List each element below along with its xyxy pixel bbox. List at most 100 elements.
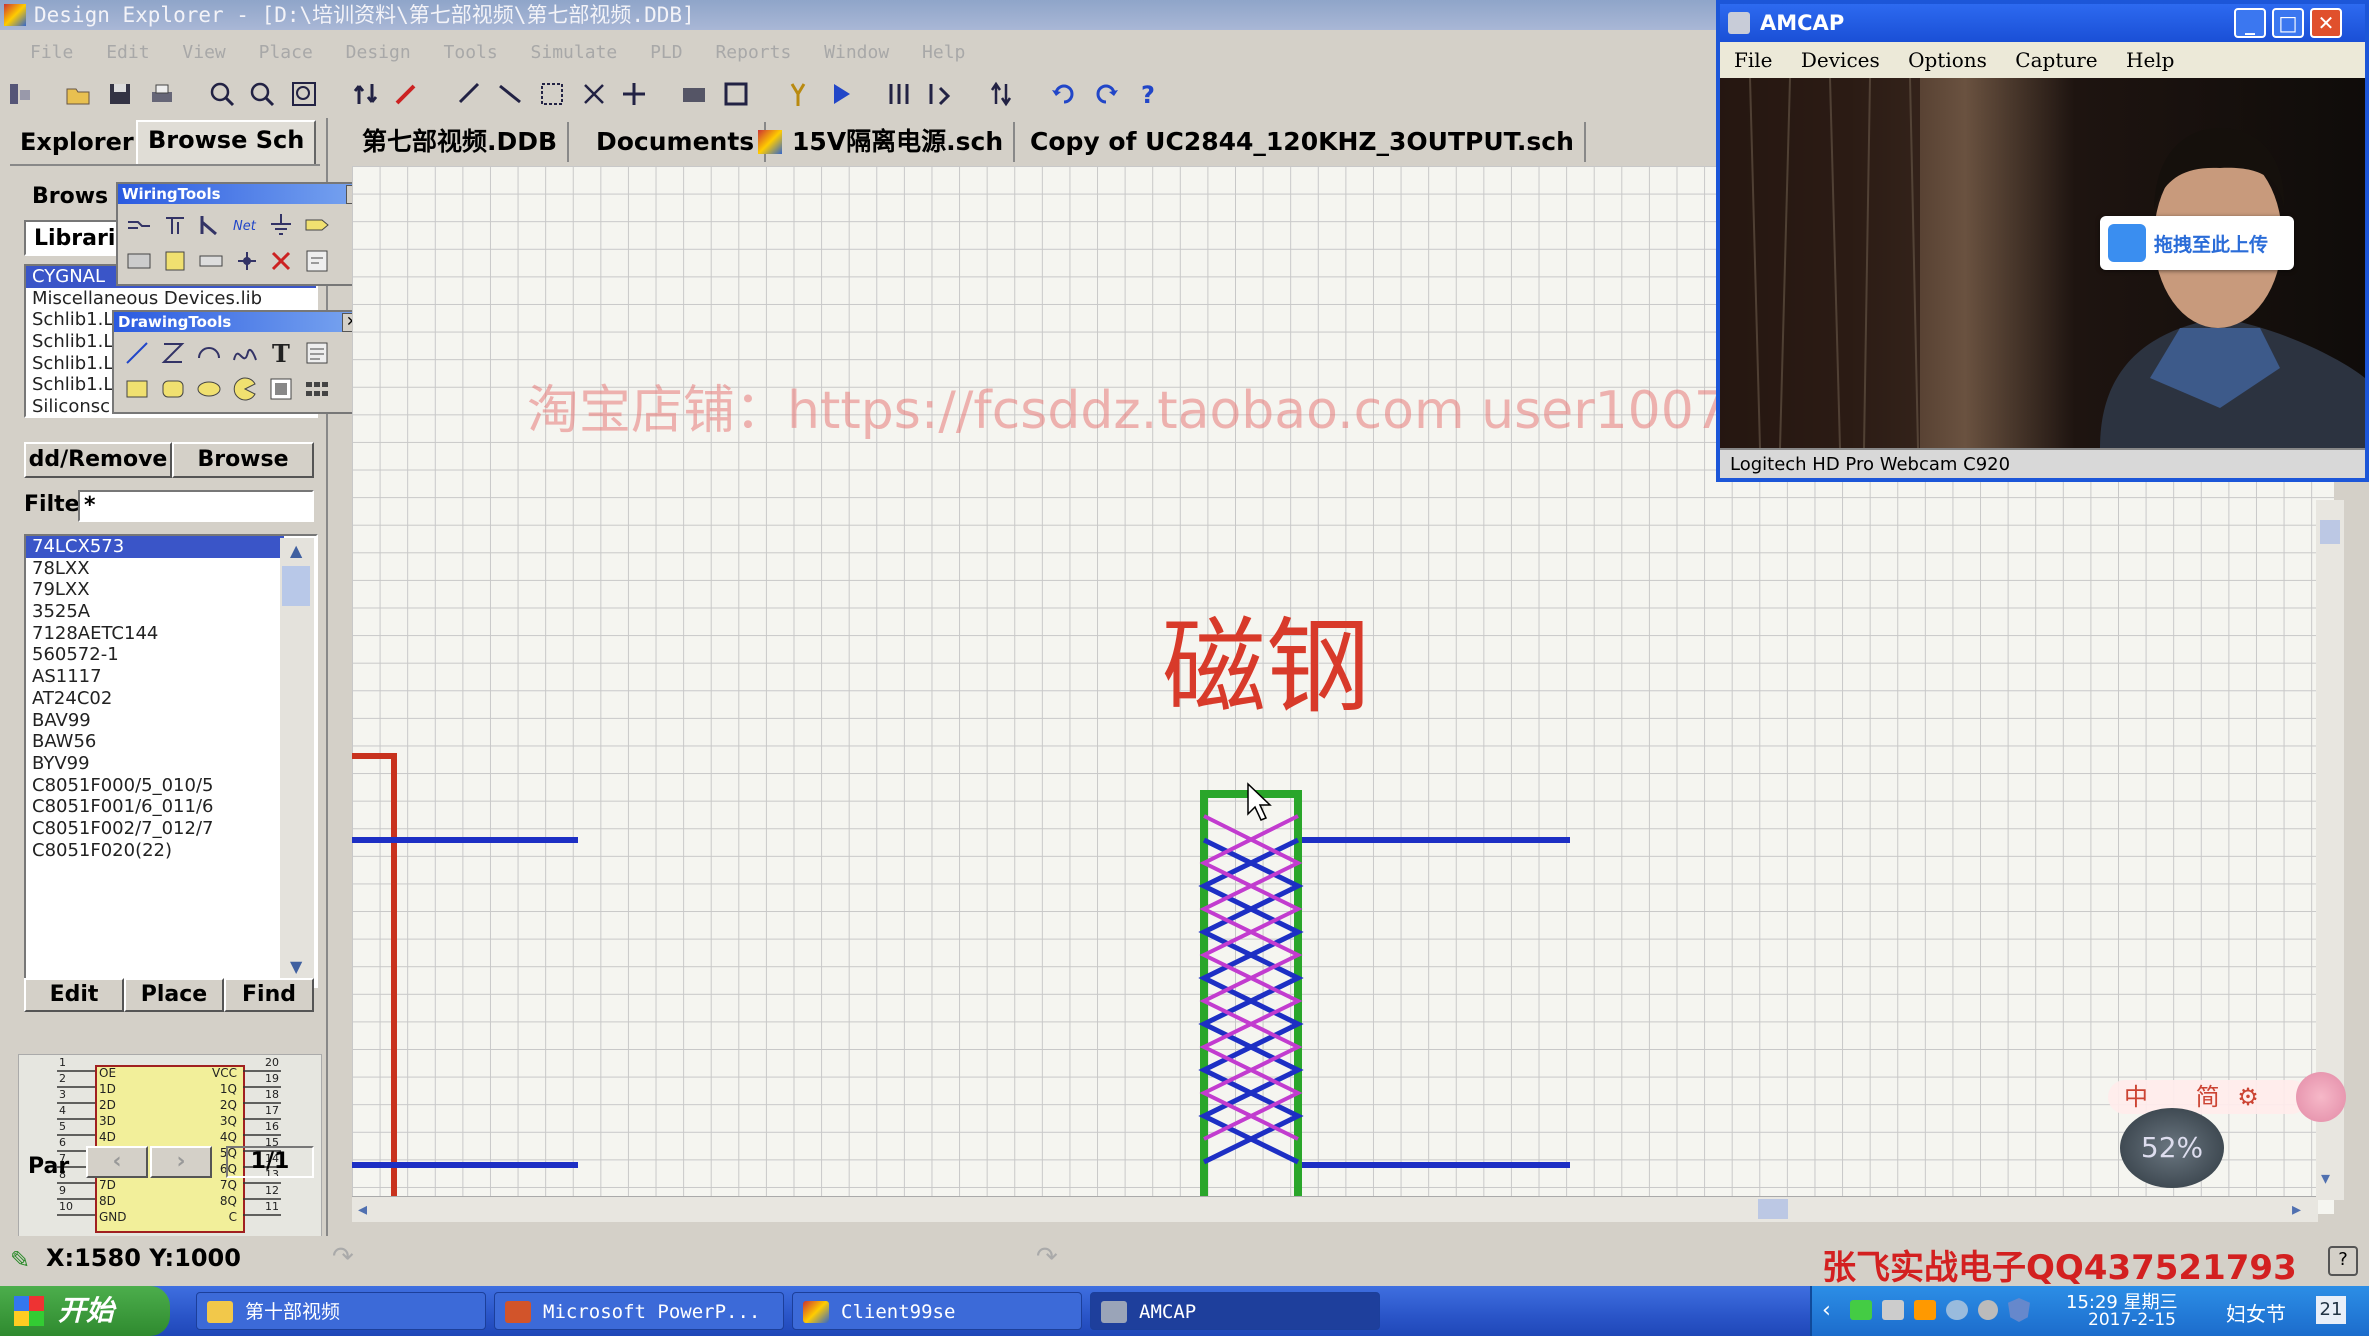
tab-explorer[interactable]: Explorer — [10, 124, 144, 160]
component-item[interactable]: C8051F020(22) — [26, 840, 316, 862]
sheet-symbol-icon[interactable] — [160, 246, 190, 276]
design-manager-icon[interactable] — [6, 80, 34, 108]
array-icon[interactable] — [302, 374, 332, 404]
component-item[interactable]: 560572-1 — [26, 644, 316, 666]
part-prev-button[interactable]: ‹ — [86, 1146, 148, 1178]
part-icon[interactable] — [124, 246, 154, 276]
browse-button[interactable]: Browse — [172, 442, 314, 478]
net-label-icon[interactable]: Net — [232, 210, 262, 240]
hierarchy-icon[interactable] — [352, 80, 380, 108]
tab-browse-sch[interactable]: Browse Sch — [136, 120, 317, 166]
help-icon[interactable]: ? — [1134, 80, 1162, 109]
qq-icon[interactable] — [1914, 1300, 1936, 1320]
menu-reports[interactable]: Reports — [715, 42, 791, 63]
component-item[interactable]: BYV99 — [26, 753, 316, 775]
save-icon[interactable] — [106, 80, 134, 108]
zoom-in-icon[interactable] — [208, 80, 236, 108]
tab-documents[interactable]: Documents — [596, 122, 767, 162]
sync-icon[interactable] — [1946, 1300, 1968, 1320]
component-item[interactable]: C8051F001/6_011/6 — [26, 796, 316, 818]
component-item[interactable]: C8051F002/7_012/7 — [26, 818, 316, 840]
tray-expand-icon[interactable]: ‹ — [1822, 1298, 1831, 1323]
place-button[interactable]: Place — [124, 978, 224, 1012]
vscroll-thumb[interactable] — [2320, 520, 2340, 544]
find-button[interactable]: Find — [224, 978, 314, 1012]
scroll-down-icon[interactable]: ▼ — [284, 956, 302, 978]
add-remove-button[interactable]: dd/Remove — [24, 442, 172, 478]
ime-mode-chinese[interactable]: 中 — [2124, 1083, 2148, 1111]
component-item[interactable]: AS1117 — [26, 666, 316, 688]
volume-icon[interactable] — [1882, 1300, 1904, 1320]
line-icon[interactable] — [122, 338, 152, 368]
graphic-icon[interactable] — [266, 374, 296, 404]
close-button[interactable]: ✕ — [2310, 8, 2342, 38]
edit-button[interactable]: Edit — [24, 978, 124, 1012]
menu-place[interactable]: Place — [259, 42, 313, 63]
menu-tools[interactable]: Tools — [444, 42, 498, 63]
drawing-tools-palette[interactable]: DrawingTools✕ T — [112, 310, 366, 414]
component-list-scrollbar[interactable]: ▲ ▼ — [280, 538, 314, 982]
gear-icon[interactable]: ⚙ — [2237, 1083, 2259, 1111]
ground-icon[interactable] — [266, 210, 296, 240]
wiring-tools-palette[interactable]: WiringTools✕ Net — [116, 182, 370, 286]
hscroll-thumb[interactable] — [1758, 1199, 1788, 1219]
junction-icon[interactable] — [232, 246, 262, 276]
help-icon[interactable]: ? — [2328, 1246, 2358, 1276]
undo-icon[interactable] — [1050, 80, 1078, 108]
redo-icon[interactable] — [1092, 80, 1120, 108]
part-next-button[interactable]: › — [150, 1146, 212, 1178]
component-item-selected[interactable]: 74LCX573 — [26, 536, 284, 558]
scroll-right-icon[interactable]: ▸ — [2292, 1199, 2301, 1220]
bezier-icon[interactable] — [230, 338, 260, 368]
component-item[interactable]: BAW56 — [26, 731, 316, 753]
probe-icon[interactable] — [784, 80, 812, 108]
bus-entry-icon[interactable] — [196, 210, 226, 240]
menu-view[interactable]: View — [182, 42, 225, 63]
arc-icon[interactable] — [194, 338, 224, 368]
scroll-thumb[interactable] — [282, 566, 310, 606]
pld-compile-icon[interactable] — [886, 80, 914, 108]
app-icon[interactable] — [4, 4, 26, 26]
wire-icon[interactable] — [124, 210, 154, 240]
menu-edit[interactable]: Edit — [106, 42, 149, 63]
network-icon[interactable] — [1850, 1300, 1872, 1320]
no-erc-icon[interactable] — [266, 246, 296, 276]
ime-mode-simplified[interactable]: 简 — [2196, 1083, 2220, 1111]
tab-ddb[interactable]: 第七部视频.DDB — [362, 122, 570, 162]
minimize-button[interactable]: _ — [2234, 8, 2266, 38]
zoom-fit-icon[interactable] — [290, 80, 318, 108]
tab-15v-sch[interactable]: 15V隔离电源.sch — [750, 122, 1016, 162]
move-icon[interactable] — [620, 80, 648, 108]
libraries-dropdown[interactable]: Librari — [24, 220, 118, 256]
drawing-tools-titlebar[interactable]: DrawingTools✕ — [114, 312, 364, 332]
menu-simulate[interactable]: Simulate — [531, 42, 618, 63]
pld-simulate-icon[interactable] — [926, 80, 954, 108]
taskbar-item-amcap[interactable]: AMCAP — [1090, 1292, 1380, 1330]
round-rectangle-icon[interactable] — [158, 374, 188, 404]
component-item[interactable]: C8051F000/5_010/5 — [26, 775, 316, 797]
library-icon[interactable] — [680, 80, 708, 108]
taskbar-item-folder[interactable]: 第十部视频 — [196, 1292, 486, 1330]
amcap-menu-help[interactable]: Help — [2126, 48, 2174, 72]
wiring-tools-titlebar[interactable]: WiringTools✕ — [118, 184, 368, 204]
menu-pld[interactable]: PLD — [650, 42, 683, 63]
browse-lib-icon[interactable] — [722, 80, 750, 108]
cross-probe-icon[interactable] — [392, 80, 420, 108]
ellipse-icon[interactable] — [194, 374, 224, 404]
amcap-titlebar[interactable]: AMCAP _ □ ✕ — [1720, 4, 2365, 42]
upload-button[interactable]: 拖拽至此上传 — [2100, 216, 2294, 270]
canvas-horizontal-scrollbar[interactable]: ◂ ▸ — [352, 1196, 2318, 1222]
scroll-up-icon[interactable]: ▲ — [284, 540, 302, 562]
amcap-menu-capture[interactable]: Capture — [2015, 48, 2097, 72]
calendar-day[interactable]: 21 — [2316, 1296, 2346, 1324]
filter-input[interactable]: * — [78, 490, 314, 522]
component-item[interactable]: 3525A — [26, 601, 316, 623]
component-item[interactable]: 7128AETC144 — [26, 623, 316, 645]
component-item[interactable]: AT24C02 — [26, 688, 316, 710]
tab-uc2844-sch[interactable]: Copy of UC2844_120KHZ_3OUTPUT.sch — [1030, 122, 1586, 162]
polygon-icon[interactable] — [158, 338, 188, 368]
taskbar-item-powerpoint[interactable]: Microsoft PowerP... — [494, 1292, 784, 1330]
taskbar-item-client99se[interactable]: Client99se — [792, 1292, 1082, 1330]
menu-help[interactable]: Help — [922, 42, 965, 63]
amcap-window[interactable]: AMCAP _ □ ✕ File Devices Options Capture… — [1716, 0, 2369, 482]
